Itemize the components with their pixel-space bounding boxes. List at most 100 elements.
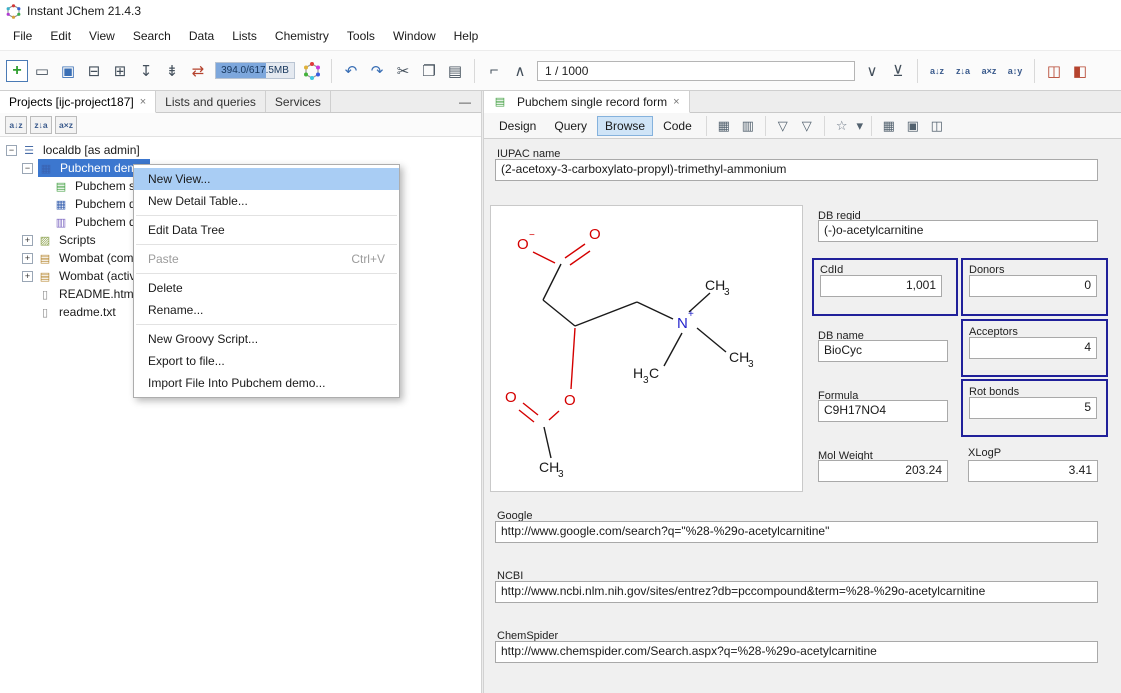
menu-item-paste[interactable]: Paste Ctrl+V <box>134 248 399 270</box>
cut-icon[interactable]: ✂ <box>391 59 415 83</box>
tab-lists-label: Lists and queries <box>165 95 256 109</box>
menu-search[interactable]: Search <box>124 24 180 48</box>
tab-services[interactable]: Services <box>266 91 331 112</box>
save-icon[interactable]: ▣ <box>56 59 80 83</box>
print-icon[interactable]: ⊟ <box>82 59 106 83</box>
marvin-sketch-icon[interactable] <box>300 59 324 83</box>
filter-icon[interactable]: ▽ <box>796 116 818 136</box>
mode-code[interactable]: Code <box>655 116 700 136</box>
menu-item-export-to-file[interactable]: Export to file... <box>134 350 399 372</box>
menu-item-new-view[interactable]: New View... <box>134 168 399 190</box>
custom-sort-icon[interactable]: a↕y <box>1003 59 1027 83</box>
xlogp-field[interactable]: 3.41 <box>968 460 1098 482</box>
first-record-icon[interactable]: ⌐ <box>482 59 506 83</box>
new-form-icon[interactable]: ▭ <box>30 59 54 83</box>
tab-lists-and-queries[interactable]: Lists and queries <box>156 91 266 112</box>
chemspider-field[interactable]: http://www.chemspider.com/Search.aspx?q=… <box>495 641 1098 663</box>
paste-icon[interactable]: ▤ <box>443 59 467 83</box>
atom-charge-minus: − <box>529 230 535 241</box>
expand-icon[interactable]: + <box>22 253 33 264</box>
widget-settings-icon[interactable]: ▥ <box>737 116 759 136</box>
tree-item-label: localdb [as admin] <box>40 142 143 158</box>
formula-field[interactable]: C9H17NO4 <box>818 400 948 422</box>
database-icon: ☰ <box>22 144 36 157</box>
import-icon[interactable]: ↧ <box>134 59 158 83</box>
mode-design[interactable]: Design <box>491 116 544 136</box>
menu-item-new-detail-table[interactable]: New Detail Table... <box>134 190 399 212</box>
menu-data[interactable]: Data <box>180 24 223 48</box>
cdid-field[interactable]: 1,001 <box>820 275 942 297</box>
last-record-icon[interactable]: ⊻ <box>886 59 910 83</box>
atom-n: N <box>677 315 688 332</box>
menu-file[interactable]: File <box>4 24 41 48</box>
grid-view-icon[interactable]: ▦ <box>878 116 900 136</box>
benzene-icon <box>303 62 321 80</box>
clear-sort-icon[interactable]: a×z <box>977 59 1001 83</box>
mode-browse[interactable]: Browse <box>597 116 653 136</box>
menu-lists[interactable]: Lists <box>223 24 266 48</box>
expand-icon[interactable]: + <box>22 271 33 282</box>
clear-filter-icon[interactable]: ▽ <box>772 116 794 136</box>
window-layout-icon[interactable]: ◫ <box>1042 59 1066 83</box>
table-view-icon: ▥ <box>54 216 68 229</box>
copy-icon[interactable]: ❐ <box>417 59 441 83</box>
tab-projects[interactable]: Projects [ijc-project187] × <box>0 91 156 113</box>
window-filter-icon[interactable]: ◧ <box>1068 59 1092 83</box>
menu-item-import-file[interactable]: Import File Into Pubchem demo... <box>134 372 399 394</box>
menu-item-label: New Groovy Script... <box>148 332 258 346</box>
refresh-icon[interactable]: ⇄ <box>186 59 210 83</box>
print-preview-icon[interactable]: ⊞ <box>108 59 132 83</box>
sort-ascending-icon[interactable]: a↓z <box>925 59 949 83</box>
mode-query[interactable]: Query <box>546 116 595 136</box>
expand-icon[interactable]: + <box>22 235 33 246</box>
collapse-icon[interactable]: − <box>6 145 17 156</box>
menu-chemistry[interactable]: Chemistry <box>266 24 338 48</box>
redo-icon[interactable]: ↷ <box>365 59 389 83</box>
mol-weight-field[interactable]: 203.24 <box>818 460 948 482</box>
record-navigator-field[interactable]: 1 / 1000 <box>537 61 855 81</box>
tree-item-localdb[interactable]: − ☰ localdb [as admin] <box>0 141 481 159</box>
layout-tile-icon[interactable]: ▣ <box>902 116 924 136</box>
ncbi-field[interactable]: http://www.ncbi.nlm.nih.gov/sites/entrez… <box>495 581 1098 603</box>
memory-indicator[interactable]: 394.0/617.5MB <box>215 62 295 79</box>
favorites-icon[interactable]: ☆ <box>831 116 853 136</box>
menu-tools[interactable]: Tools <box>338 24 384 48</box>
db-name-field[interactable]: BioCyc <box>818 340 948 362</box>
add-widget-icon[interactable]: ▦ <box>713 116 735 136</box>
iupac-name-field[interactable]: (2-acetoxy-3-carboxylato-propyl)-trimeth… <box>495 159 1098 181</box>
menu-item-rename[interactable]: Rename... <box>134 299 399 321</box>
tree-sort-descending-icon[interactable]: z↓a <box>30 116 52 134</box>
structure-viewer[interactable]: O − O N + CH 3 CH 3 H 3 C O O CH <box>490 205 803 492</box>
menu-item-label: Export to file... <box>148 354 225 368</box>
sort-descending-icon[interactable]: z↓a <box>951 59 975 83</box>
collapse-icon[interactable]: − <box>22 163 33 174</box>
dropdown-caret-icon[interactable]: ▾ <box>855 116 865 136</box>
menu-window[interactable]: Window <box>384 24 445 48</box>
donors-field[interactable]: 0 <box>969 275 1097 297</box>
minimize-panel-icon[interactable]: — <box>449 91 481 112</box>
export-icon[interactable]: ⇟ <box>160 59 184 83</box>
tab-pubchem-single-record-form[interactable]: ▤ Pubchem single record form × <box>484 91 690 113</box>
menu-item-delete[interactable]: Delete <box>134 277 399 299</box>
new-item-icon[interactable]: + <box>6 60 28 82</box>
menu-edit[interactable]: Edit <box>41 24 80 48</box>
close-icon[interactable]: × <box>140 96 146 108</box>
record-position: 1 / 1000 <box>545 64 588 78</box>
menu-item-edit-data-tree[interactable]: Edit Data Tree <box>134 219 399 241</box>
google-field[interactable]: http://www.google.com/search?q="%28-%29o… <box>495 521 1098 543</box>
tree-clear-sort-icon[interactable]: a×z <box>55 116 77 134</box>
previous-record-icon[interactable]: ∧ <box>508 59 532 83</box>
tree-sort-ascending-icon[interactable]: a↓z <box>5 116 27 134</box>
menu-help[interactable]: Help <box>445 24 488 48</box>
menu-item-new-groovy-script[interactable]: New Groovy Script... <box>134 328 399 350</box>
db-regid-field[interactable]: (-)o-acetylcarnitine <box>818 220 1098 242</box>
acceptors-field[interactable]: 4 <box>969 337 1097 359</box>
atom-o-carbonyl: O <box>589 226 601 243</box>
menu-view[interactable]: View <box>80 24 124 48</box>
next-record-icon[interactable]: ∨ <box>860 59 884 83</box>
menu-item-shortcut: Ctrl+V <box>351 252 385 266</box>
rot-bonds-field[interactable]: 5 <box>969 397 1097 419</box>
layout-split-icon[interactable]: ◫ <box>926 116 948 136</box>
undo-icon[interactable]: ↶ <box>339 59 363 83</box>
close-icon[interactable]: × <box>673 96 679 108</box>
